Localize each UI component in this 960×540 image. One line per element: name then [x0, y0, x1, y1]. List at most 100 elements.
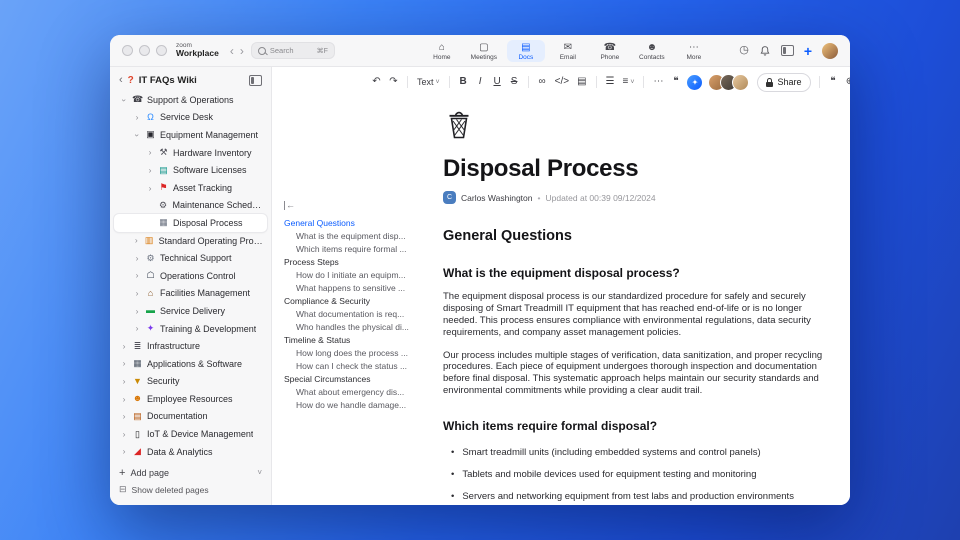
- sidebar-item-disposal-process[interactable]: ▦ Disposal Process: [114, 214, 267, 232]
- outline-item-how-long-does-the-process[interactable]: How long does the process ...: [284, 347, 436, 360]
- chat-button[interactable]: ❝: [826, 73, 841, 91]
- code-block-button[interactable]: ▤: [574, 73, 589, 91]
- sidebar-item-training-development[interactable]: › ✦ Training & Development: [114, 320, 267, 338]
- outline-item-general-questions[interactable]: General Questions: [284, 217, 436, 230]
- minimize-window-button[interactable]: [139, 45, 150, 56]
- section-heading: Which items require formal disposal?: [443, 419, 658, 433]
- ai-companion-button[interactable]: ✦: [687, 74, 703, 90]
- chevron-icon[interactable]: ›: [133, 307, 141, 316]
- chevron-icon[interactable]: ›: [146, 184, 154, 193]
- bullet-list-button[interactable]: ☰: [603, 73, 618, 91]
- sidebar-item-asset-tracking[interactable]: › ⚑ Asset Tracking: [114, 179, 267, 197]
- chevron-icon[interactable]: ›: [120, 447, 128, 456]
- chevron-down-icon[interactable]: ˅: [257, 468, 262, 477]
- publish-to-web-button[interactable]: ⊕: [843, 73, 850, 91]
- sidebar-item-employee-resources[interactable]: › ☻ Employee Resources: [114, 390, 267, 408]
- outline-item-process-steps[interactable]: Process Steps: [284, 256, 436, 269]
- outline-item-special-circumstances[interactable]: Special Circumstances: [284, 373, 436, 386]
- inline-code-button[interactable]: </>: [552, 73, 572, 91]
- doc-content-area: ← General Questions What is the equipment…: [272, 97, 850, 505]
- tab-phone[interactable]: ☎ Phone: [591, 40, 629, 62]
- sidebar-item-documentation[interactable]: › ▤ Documentation: [114, 408, 267, 426]
- outline-item-timeline-status[interactable]: Timeline & Status: [284, 334, 436, 347]
- chevron-icon[interactable]: ›: [119, 96, 129, 104]
- chevron-icon[interactable]: ›: [133, 236, 140, 245]
- chevron-icon[interactable]: ›: [133, 113, 141, 122]
- outline-item-how-do-i-initiate-an-equipm[interactable]: How do I initiate an equipm...: [284, 269, 436, 282]
- comment-button[interactable]: ❝: [668, 73, 683, 91]
- tab-contacts[interactable]: ☻ Contacts: [633, 40, 671, 62]
- document-body[interactable]: Disposal Process C Carlos Washington • U…: [443, 97, 825, 505]
- outline-item-who-handles-the-physical-di[interactable]: Who handles the physical di...: [284, 321, 436, 334]
- outline-item-what-happens-to-sensitive[interactable]: What happens to sensitive ...: [284, 282, 436, 295]
- outline-collapse-icon[interactable]: ←: [284, 201, 295, 210]
- sidebar-item-hardware-inventory[interactable]: › ⚒ Hardware Inventory: [114, 144, 267, 162]
- chevron-icon[interactable]: ›: [133, 254, 141, 263]
- history-icon[interactable]: ◷: [739, 45, 749, 56]
- chevron-icon[interactable]: ›: [120, 412, 128, 421]
- chevron-icon[interactable]: ›: [120, 377, 128, 386]
- notifications-icon[interactable]: [759, 45, 771, 57]
- sidebar-item-security[interactable]: › ▼ Security: [114, 373, 267, 391]
- text-style-button[interactable]: Text ˅: [414, 73, 443, 91]
- align-button[interactable]: ≡ ˅: [620, 73, 638, 91]
- bold-button[interactable]: B: [456, 73, 471, 91]
- sidebar-item-applications-software[interactable]: › ▦ Applications & Software: [114, 355, 267, 373]
- chevron-icon[interactable]: ›: [146, 166, 154, 175]
- outline-item-which-items-require-formal[interactable]: Which items require formal ...: [284, 243, 436, 256]
- tab-home[interactable]: ⌂ Home: [423, 40, 461, 62]
- show-deleted-pages-button[interactable]: ⊟ Show deleted pages: [114, 481, 267, 498]
- tab-more[interactable]: ⋯ More: [675, 40, 713, 62]
- sidebar-item-standard-operating-procedures[interactable]: › ▥ Standard Operating Procedures: [114, 232, 267, 250]
- tab-email[interactable]: ✉ Email: [549, 40, 587, 62]
- sidebar-item-service-delivery[interactable]: › ▬ Service Delivery: [114, 302, 267, 320]
- outline-item-what-documentation-is-req[interactable]: What documentation is req...: [284, 308, 436, 321]
- chevron-icon[interactable]: ›: [132, 131, 142, 139]
- chevron-icon[interactable]: ›: [120, 395, 128, 404]
- link-button[interactable]: ∞: [535, 73, 550, 91]
- sidebar-item-service-desk[interactable]: › Ω Service Desk: [114, 109, 267, 127]
- outline-item-how-do-we-handle-damage[interactable]: How do we handle damage...: [284, 399, 436, 412]
- chevron-icon[interactable]: ›: [120, 359, 128, 368]
- panel-toggle-icon[interactable]: [780, 45, 794, 56]
- sidebar-item-technical-support[interactable]: › ⚙ Technical Support: [114, 249, 267, 267]
- history-back-button[interactable]: ‹: [227, 45, 237, 57]
- outline-item-compliance-security[interactable]: Compliance & Security: [284, 295, 436, 308]
- sidebar-back-button[interactable]: ‹: [119, 75, 123, 86]
- history-forward-button[interactable]: ›: [237, 45, 247, 57]
- more-formatting-button[interactable]: ⋯: [650, 73, 666, 91]
- sidebar-collapse-icon[interactable]: [249, 75, 262, 86]
- chevron-icon[interactable]: ›: [133, 324, 141, 333]
- sidebar-item-maintenance-schedules[interactable]: ⚙ Maintenance Schedules: [114, 197, 267, 215]
- chevron-icon[interactable]: ›: [133, 271, 141, 280]
- chevron-icon[interactable]: ›: [146, 148, 154, 157]
- zoom-window-button[interactable]: [156, 45, 167, 56]
- user-avatar[interactable]: [822, 42, 838, 59]
- add-page-button[interactable]: + Add page ˅: [114, 464, 267, 481]
- sidebar-item-software-licenses[interactable]: › ▤ Software Licenses: [114, 161, 267, 179]
- italic-button[interactable]: I: [473, 73, 488, 91]
- undo-button[interactable]: ↶: [369, 73, 384, 91]
- chevron-icon[interactable]: ›: [120, 430, 128, 439]
- new-button[interactable]: +: [804, 44, 812, 58]
- sidebar-item-support-operations[interactable]: › ☎ Support & Operations: [114, 91, 267, 109]
- outline-item-what-about-emergency-dis[interactable]: What about emergency dis...: [284, 386, 436, 399]
- chevron-icon[interactable]: ›: [133, 289, 141, 298]
- outline-item-how-can-i-check-the-status[interactable]: How can I check the status ...: [284, 360, 436, 373]
- close-window-button[interactable]: [122, 45, 133, 56]
- sidebar-item-infrastructure[interactable]: › ≣ Infrastructure: [114, 337, 267, 355]
- chevron-icon[interactable]: ›: [120, 342, 128, 351]
- strikethrough-button[interactable]: S: [507, 73, 522, 91]
- sidebar-item-iot-device-management[interactable]: › ▯ IoT & Device Management: [114, 425, 267, 443]
- sidebar-item-facilities-management[interactable]: › ⌂ Facilities Management: [114, 285, 267, 303]
- redo-button[interactable]: ↷: [386, 73, 401, 91]
- tab-meetings[interactable]: ▢ Meetings: [465, 40, 503, 62]
- outline-item-what-is-the-equipment-disp[interactable]: What is the equipment disp...: [284, 230, 436, 243]
- tab-docs[interactable]: ▤ Docs: [506, 39, 545, 62]
- share-button[interactable]: Share: [757, 72, 811, 92]
- sidebar-item-equipment-management[interactable]: › ▣ Equipment Management: [114, 126, 267, 144]
- sidebar-item-operations-control[interactable]: › ☖ Operations Control: [114, 267, 267, 285]
- global-search-input[interactable]: Search ⌘F: [250, 42, 335, 59]
- underline-button[interactable]: U: [490, 73, 505, 91]
- sidebar-item-data-analytics[interactable]: › ◢ Data & Analytics: [114, 443, 267, 461]
